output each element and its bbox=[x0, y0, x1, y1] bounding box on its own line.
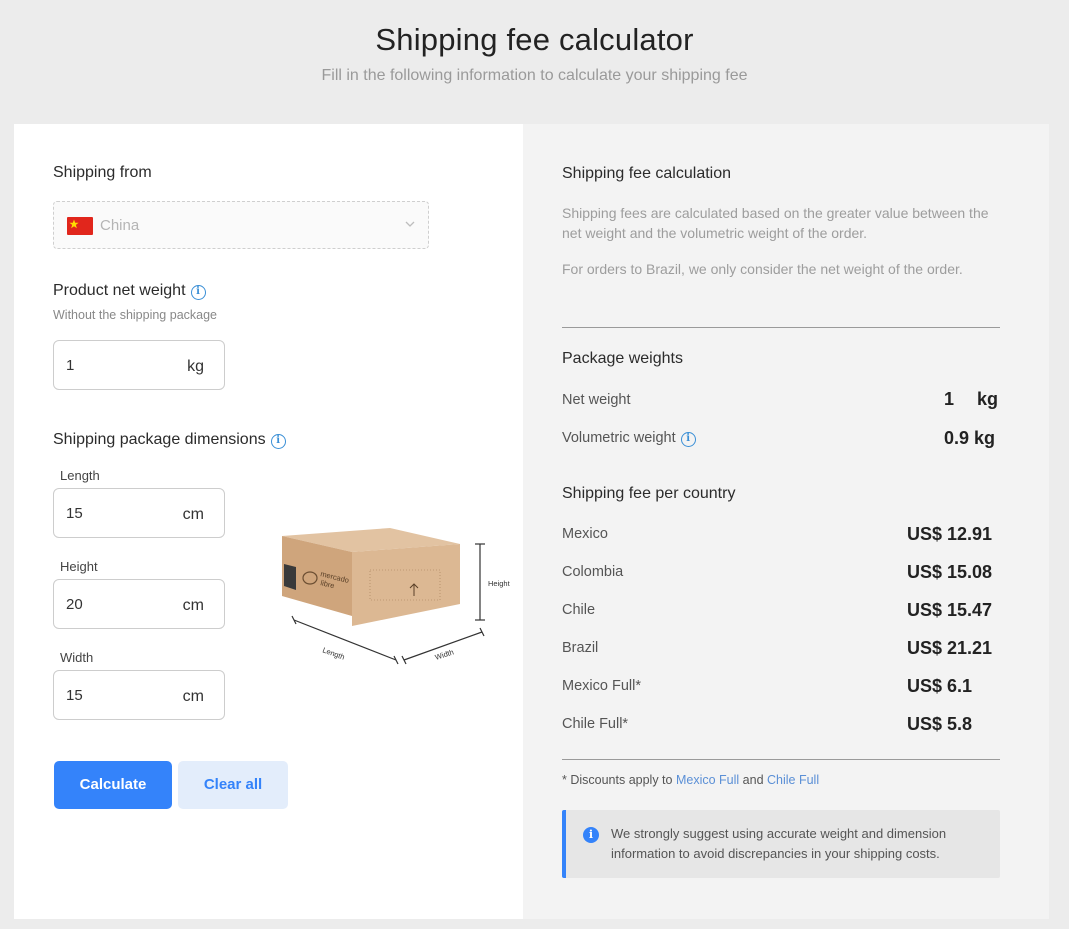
height-input[interactable]: 20 cm bbox=[53, 579, 225, 629]
fee-country-chile-full: Chile Full* bbox=[562, 716, 629, 732]
net-weight-hint: Without the shipping package bbox=[53, 308, 217, 322]
calc-description-2: For orders to Brazil, we only consider t… bbox=[562, 261, 963, 277]
info-icon[interactable]: i bbox=[190, 285, 206, 300]
calc-heading: Shipping fee calculation bbox=[562, 165, 732, 182]
net-weight-value: 1 bbox=[66, 357, 75, 374]
divider bbox=[562, 327, 1000, 328]
shipping-from-value: China bbox=[100, 217, 140, 234]
net-weight-input[interactable]: 1 kg bbox=[53, 340, 225, 390]
fee-value-chile-full: US$ 5.8 bbox=[907, 714, 973, 734]
fee-country-brazil: Brazil bbox=[562, 640, 599, 656]
fee-value-mexico-full: US$ 6.1 bbox=[907, 676, 973, 696]
clear-all-button[interactable]: Clear all bbox=[178, 761, 288, 809]
info-icon[interactable]: i bbox=[680, 432, 696, 447]
net-weight-unit: kg bbox=[187, 358, 204, 375]
width-input[interactable]: 15 cm bbox=[53, 670, 225, 720]
info-icon: i bbox=[583, 827, 599, 843]
divider bbox=[562, 759, 1000, 760]
length-unit: cm bbox=[182, 506, 204, 523]
volumetric-weight-value: 0.9 kg bbox=[944, 428, 996, 448]
fee-value-mexico: US$ 12.91 bbox=[907, 524, 993, 544]
page-subtitle: Fill in the following information to cal… bbox=[321, 67, 748, 84]
fee-country-mexico: Mexico bbox=[562, 526, 608, 542]
dimensions-label: Shipping package dimensions i bbox=[53, 431, 286, 449]
net-weight-label: Product net weight i bbox=[53, 282, 206, 300]
calc-description-1: Shipping fees are calculated based on th… bbox=[562, 205, 989, 241]
fee-value-chile: US$ 15.47 bbox=[907, 600, 993, 620]
shipping-from-label: Shipping from bbox=[53, 164, 152, 181]
package-box-illustration: mercado libre Height Length Width bbox=[282, 528, 510, 665]
volumetric-weight-label-text: Volumetric weight bbox=[562, 430, 676, 446]
fee-value-colombia: US$ 15.08 bbox=[907, 562, 993, 582]
notice-text: We strongly suggest using accurate weigh… bbox=[611, 826, 947, 861]
volumetric-weight-label: Volumetric weight i bbox=[562, 430, 696, 447]
length-input[interactable]: 15 cm bbox=[53, 488, 225, 538]
info-icon[interactable]: i bbox=[270, 434, 286, 449]
net-weight-result-value: 1 bbox=[944, 389, 955, 409]
accuracy-notice: i We strongly suggest using accurate wei… bbox=[562, 810, 1000, 878]
chevron-down-icon bbox=[405, 221, 415, 227]
length-value: 15 bbox=[66, 505, 83, 522]
height-value: 20 bbox=[66, 596, 83, 613]
chile-full-link[interactable]: Chile Full bbox=[767, 773, 819, 787]
height-label: Height bbox=[60, 559, 98, 574]
box-height-text: Height bbox=[488, 579, 510, 588]
width-value: 15 bbox=[66, 687, 83, 704]
net-weight-result-label: Net weight bbox=[562, 392, 631, 408]
footnote-prefix: * Discounts apply to bbox=[562, 773, 673, 787]
height-unit: cm bbox=[182, 597, 204, 614]
page-title: Shipping fee calculator bbox=[375, 22, 694, 57]
footnote-and: and bbox=[742, 773, 764, 787]
fee-country-mexico-full: Mexico Full* bbox=[562, 678, 641, 694]
discount-footnote: * Discounts apply to Mexico Full and Chi… bbox=[562, 773, 819, 787]
net-weight-label-text: Product net weight bbox=[53, 282, 186, 299]
box-width-text: Width bbox=[434, 647, 455, 661]
weights-heading: Package weights bbox=[562, 350, 683, 367]
fees-heading: Shipping fee per country bbox=[562, 485, 736, 502]
calculate-button[interactable]: Calculate bbox=[54, 761, 172, 809]
china-flag-icon bbox=[67, 217, 93, 235]
length-label: Length bbox=[60, 468, 100, 483]
calculator-form-panel: Shipping from China Product net weight i … bbox=[14, 124, 523, 919]
mexico-full-link[interactable]: Mexico Full bbox=[676, 773, 739, 787]
shipping-from-select[interactable]: China bbox=[53, 201, 429, 249]
fee-value-brazil: US$ 21.21 bbox=[907, 638, 993, 658]
results-panel: Shipping fee calculation Shipping fees a… bbox=[523, 124, 1049, 919]
width-label: Width bbox=[60, 650, 94, 665]
net-weight-result-unit: kg bbox=[977, 389, 999, 409]
dimensions-label-text: Shipping package dimensions bbox=[53, 431, 266, 448]
box-length-text: Length bbox=[321, 645, 346, 661]
width-unit: cm bbox=[182, 688, 204, 705]
fee-country-colombia: Colombia bbox=[562, 564, 624, 580]
fee-country-chile: Chile bbox=[562, 602, 596, 618]
